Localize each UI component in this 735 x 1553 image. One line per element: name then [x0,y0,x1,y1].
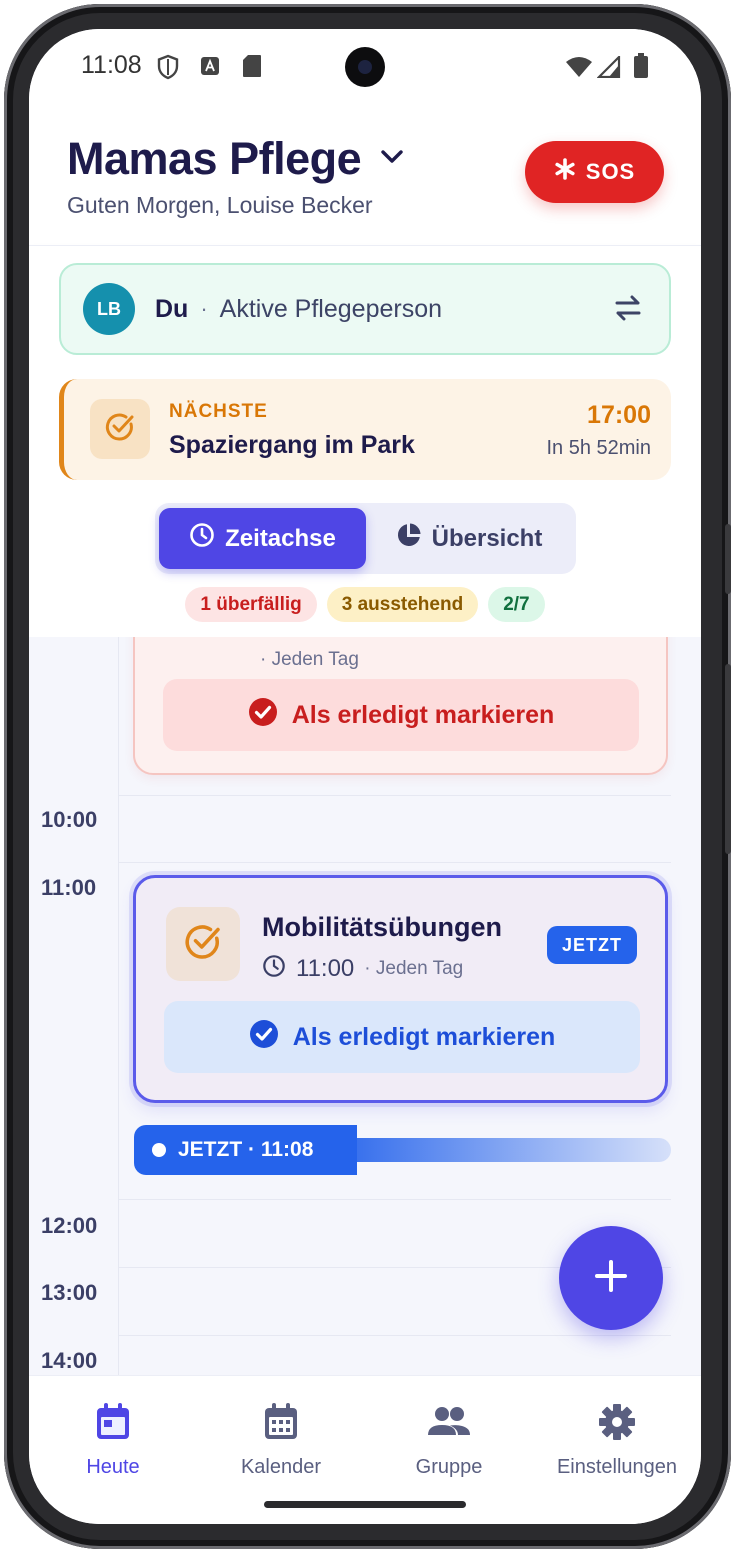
task-recurrence: · Jeden Tag [364,957,464,979]
next-task-label: NÄCHSTE [169,401,268,422]
overdue-badge[interactable]: 1 überfällig [185,587,317,622]
check-circle-filled-icon [248,697,278,734]
front-camera [345,47,385,87]
caregiver-separator: · [200,296,208,321]
avatar: LB [83,283,135,335]
caregiver-role: Aktive Pflegeperson [219,294,443,323]
screen: 11:08 Mamas Pflege Guten Morgen, Louise [29,29,701,1524]
greeting-text: Guten Morgen, Louise Becker [67,192,373,218]
hour-label: 11:00 [41,875,97,900]
now-badge: JETZT [546,926,637,964]
sd-card-icon [242,54,262,83]
shield-icon [157,54,179,85]
task-meta: 11:00 · Jeden Tag [262,954,463,983]
cellular-signal-icon [596,54,621,83]
active-caregiver-card[interactable]: LB Du · Aktive Pflegeperson [59,263,671,355]
nav-label: Heute [86,1456,140,1478]
pie-chart-icon [396,522,422,555]
next-task-card[interactable]: NÄCHSTE Spaziergang im Park 17:00 In 5h … [59,379,671,480]
calendar-today-icon [94,1402,132,1447]
nav-label: Kalender [240,1456,322,1478]
mark-done-button[interactable]: Als erledigt markieren [164,1001,640,1073]
overdue-task-card[interactable]: · Jeden Tag Als erledigt markieren [133,637,668,775]
nav-label: Gruppe [415,1456,483,1478]
wifi-icon [565,56,593,83]
task-time: 11:00 [296,954,355,982]
bottom-navigation: Heute Kalender Gruppe Einstellungen [29,1375,701,1524]
status-time: 11:08 [81,51,142,79]
hour-divider [118,862,671,863]
caregiver-name: Du [155,294,189,323]
nav-item-kalender[interactable]: Kalender [197,1402,365,1479]
tab-overview[interactable]: Übersicht [366,508,572,569]
volume-button [725,524,731,594]
power-button [725,664,731,854]
hour-label: 14:00 [41,1348,98,1373]
next-task-icon-box [90,399,150,459]
task-recurrence: · Jeden Tag [260,649,359,670]
task-title: Mobilitätsübungen [262,912,502,942]
hour-label: 12:00 [41,1213,98,1238]
status-bar: 11:08 [29,29,701,107]
hour-divider [118,1199,671,1200]
calendar-grid-icon [262,1402,300,1447]
mark-done-button[interactable]: Als erledigt markieren [163,679,639,751]
mark-done-label: Als erledigt markieren [291,700,555,729]
app-header: Mamas Pflege Guten Morgen, Louise Becker… [29,107,701,245]
check-circle-icon [104,411,136,448]
progress-badge[interactable]: 2/7 [488,587,545,622]
swap-icon[interactable] [613,295,643,326]
timeline-gutter [118,637,119,1375]
summary-panel: LB Du · Aktive Pflegeperson NÄCHSTE Spaz… [29,245,701,637]
clock-icon [189,522,215,555]
plus-icon [593,1258,629,1299]
view-toggle: Zeitachse Übersicht [155,503,576,574]
next-task-title: Spaziergang im Park [169,431,415,459]
hour-divider [118,795,671,796]
tab-timeline[interactable]: Zeitachse [159,508,366,569]
tab-timeline-label: Zeitachse [225,524,336,552]
hour-label: 13:00 [41,1280,98,1305]
asterisk-icon [554,158,576,186]
now-line [357,1138,671,1162]
status-badges: 1 überfällig 3 ausstehend 2/7 [29,587,701,622]
clock-icon [262,954,286,983]
battery-icon [633,53,649,84]
hour-label: 10:00 [41,807,98,832]
chevron-down-icon [379,148,405,171]
add-task-button[interactable] [559,1226,663,1330]
nav-item-heute[interactable]: Heute [29,1402,197,1479]
care-group-selector[interactable]: Mamas Pflege [67,133,405,185]
sos-button[interactable]: SOS [525,141,664,203]
hour-divider [118,1335,671,1336]
group-icon [426,1402,472,1447]
now-dot [152,1143,166,1157]
next-task-time: 17:00 [587,401,651,429]
home-indicator[interactable] [264,1501,466,1508]
check-circle-filled-icon [249,1019,279,1056]
task-icon-box [166,907,240,981]
mark-done-label: Als erledigt markieren [292,1022,556,1051]
app-notification-icon [200,56,220,81]
now-marker-label: JETZT · 11:08 [178,1138,314,1161]
nav-item-einstellungen[interactable]: Einstellungen [533,1402,701,1479]
page-title: Mamas Pflege [67,133,362,184]
pending-badge[interactable]: 3 ausstehend [326,587,479,622]
now-marker: JETZT · 11:08 [134,1125,357,1175]
tab-overview-label: Übersicht [431,524,543,552]
next-task-countdown: In 5h 52min [546,437,651,459]
gear-icon [597,1402,637,1447]
sos-label: SOS [585,159,636,184]
current-task-card[interactable]: Mobilitätsübungen 11:00 · Jeden Tag JETZ… [133,875,668,1103]
nav-item-gruppe[interactable]: Gruppe [365,1402,533,1479]
check-circle-icon [183,922,223,967]
nav-label: Einstellungen [556,1456,678,1478]
